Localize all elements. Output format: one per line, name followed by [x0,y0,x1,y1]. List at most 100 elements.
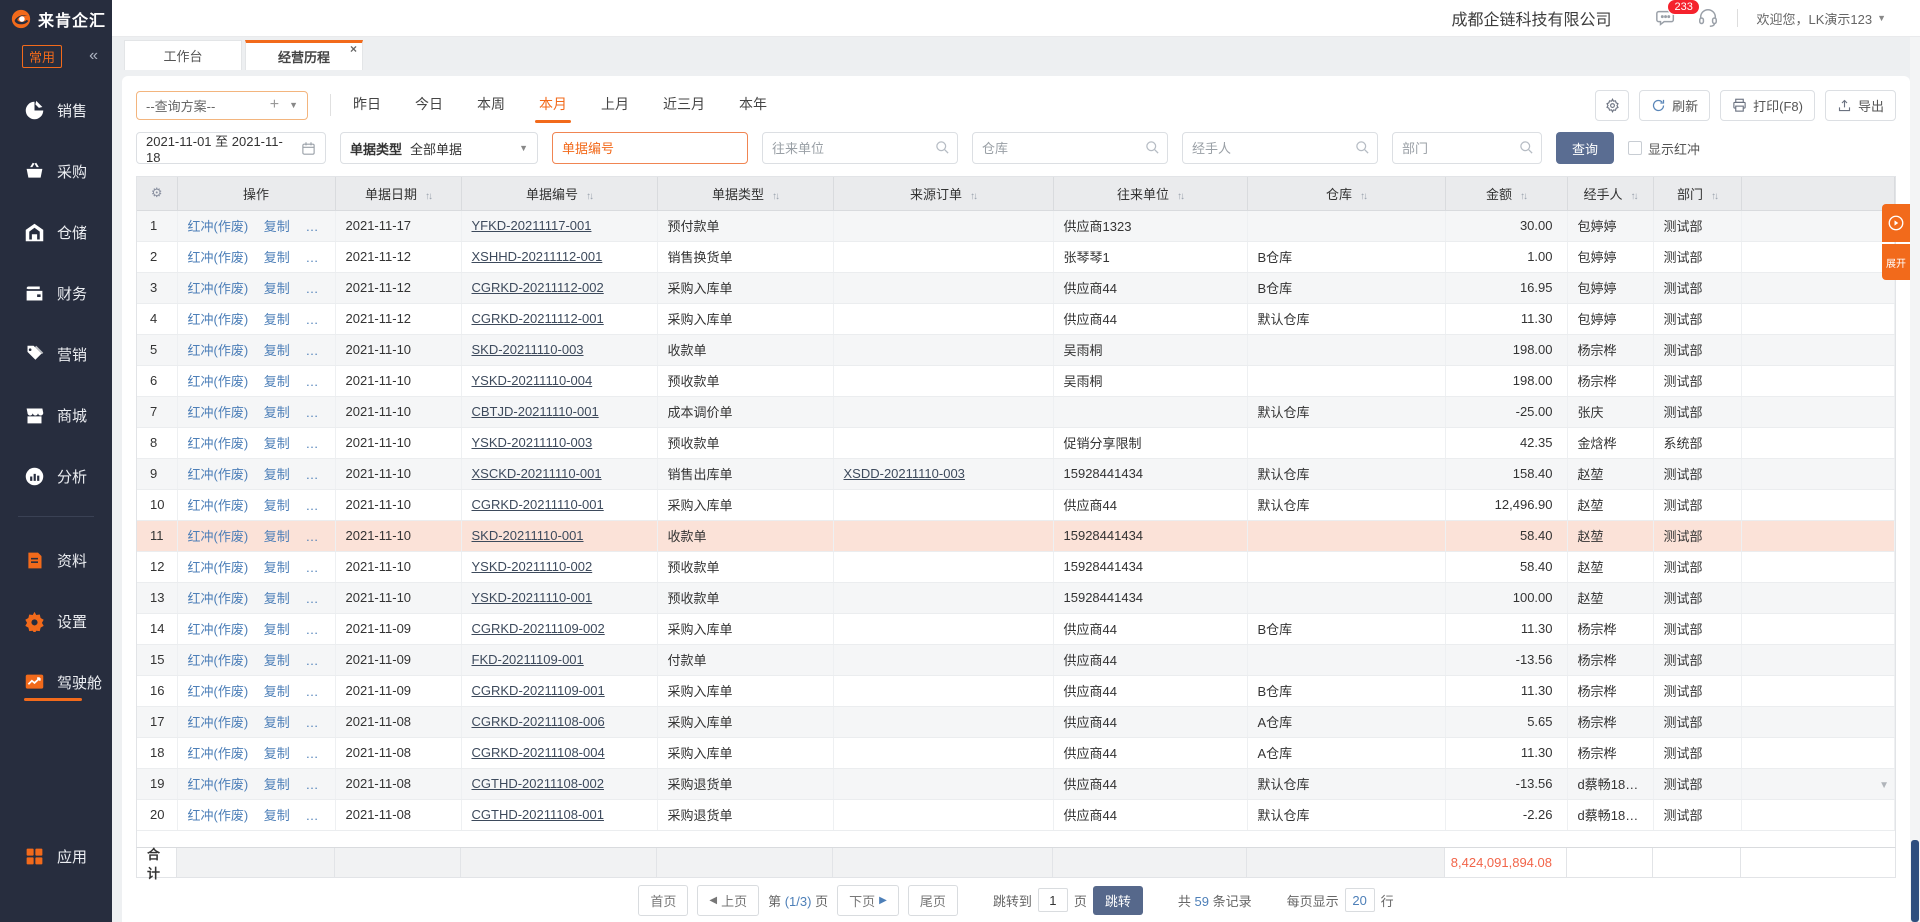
doc-no-link[interactable]: CGTHD-20211108-002 [472,776,604,791]
doc-no-link[interactable]: CGRKD-20211109-001 [472,683,605,698]
reverse-void-link[interactable]: 红冲(作废) [188,529,249,544]
copy-link[interactable]: 复制 [264,405,290,420]
reverse-void-link[interactable]: 红冲(作废) [188,219,249,234]
copy-link[interactable]: 复制 [264,529,290,544]
doc-no-link[interactable]: SKD-20211110-001 [472,528,584,543]
checkbox-icon[interactable] [1628,141,1642,155]
remark-link[interactable]: 备注 [305,560,331,575]
reverse-void-link[interactable]: 红冲(作废) [188,374,249,389]
sidebar-item-data[interactable]: 资料 [0,539,112,581]
sidebar-item-cockpit[interactable]: 驾驶舱 [0,661,112,703]
reverse-void-link[interactable]: 红冲(作废) [188,777,249,792]
copy-link[interactable]: 复制 [264,312,290,327]
copy-link[interactable]: 复制 [264,684,290,699]
doc-no-link[interactable]: CGRKD-20211112-002 [472,280,604,295]
remark-link[interactable]: 备注 [305,343,331,358]
doc-no-link[interactable]: CGRKD-20211109-002 [472,621,605,636]
remark-link[interactable]: 备注 [305,622,331,637]
reverse-void-link[interactable]: 红冲(作废) [188,467,249,482]
reverse-void-link[interactable]: 红冲(作废) [188,405,249,420]
first-page-button[interactable]: 首页 [638,885,688,916]
copy-link[interactable]: 复制 [264,560,290,575]
sort-icon[interactable]: ↑↓ [1360,191,1366,202]
pinned-tab-common[interactable]: 常用 [22,45,62,68]
copy-link[interactable]: 复制 [264,808,290,823]
sort-icon[interactable]: ↑↓ [970,191,976,202]
sort-icon[interactable]: ↑↓ [1711,191,1717,202]
partner-input[interactable] [762,132,958,164]
doc-no-link[interactable]: YFKD-20211117-001 [472,218,592,233]
col-doc-no[interactable]: 单据编号↑↓ [461,177,657,210]
date-range-picker[interactable]: 2021-11-01 至 2021-11-18 [136,132,326,164]
copy-link[interactable]: 复制 [264,250,290,265]
prev-page-button[interactable]: ◀上页 [697,885,759,916]
doc-no-link[interactable]: CBTJD-20211110-001 [472,404,599,419]
remark-link[interactable]: 备注 [305,250,331,265]
remark-link[interactable]: 备注 [305,467,331,482]
col-warehouse[interactable]: 仓库↑↓ [1247,177,1445,210]
reverse-void-link[interactable]: 红冲(作废) [188,653,249,668]
shortcut-this-year[interactable]: 本年 [739,94,767,117]
sidebar-collapse-icon[interactable]: « [89,47,98,65]
column-settings-button[interactable] [1595,90,1629,121]
reverse-void-link[interactable]: 红冲(作废) [188,436,249,451]
remark-link[interactable]: 备注 [305,529,331,544]
remark-link[interactable]: 备注 [305,684,331,699]
add-plan-icon[interactable]: + [270,96,279,114]
sort-icon[interactable]: ↑↓ [1177,191,1183,202]
reverse-void-link[interactable]: 红冲(作废) [188,746,249,761]
sidebar-item-analysis[interactable]: 分析 [0,455,112,497]
page-scrollbar[interactable] [1910,37,1920,922]
reverse-void-link[interactable]: 红冲(作废) [188,684,249,699]
copy-link[interactable]: 复制 [264,219,290,234]
copy-link[interactable]: 复制 [264,777,290,792]
sidebar-item-warehouse[interactable]: 仓储 [0,211,112,253]
sort-icon[interactable]: ↑↓ [425,191,431,202]
export-button[interactable]: 导出 [1825,90,1896,121]
tab-business-history[interactable]: 经营历程 × [245,40,363,70]
col-amount[interactable]: 金额↑↓ [1445,177,1567,210]
reverse-void-link[interactable]: 红冲(作废) [188,808,249,823]
sort-icon[interactable]: ↑↓ [1520,191,1526,202]
source-order-link[interactable]: XSDD-20211110-003 [844,466,965,481]
sidebar-item-purchase[interactable]: 采购 [0,150,112,192]
copy-link[interactable]: 复制 [264,653,290,668]
col-partner[interactable]: 往来单位↑↓ [1053,177,1247,210]
shortcut-last-month[interactable]: 上月 [601,94,629,117]
shortcut-this-week[interactable]: 本周 [477,94,505,117]
table-settings-gear-icon[interactable]: ⚙ [137,177,177,210]
doc-no-link[interactable]: YSKD-20211110-004 [472,373,593,388]
doc-no-link[interactable]: XSCKD-20211110-001 [472,466,602,481]
search-button[interactable]: 查询 [1556,132,1614,164]
remark-link[interactable]: 备注 [305,653,331,668]
doc-no-link[interactable]: CGRKD-20211108-004 [472,745,605,760]
doc-no-link[interactable]: YSKD-20211110-003 [472,435,593,450]
col-handler[interactable]: 经手人↑↓ [1567,177,1653,210]
jump-button[interactable]: 跳转 [1093,886,1143,915]
shortcut-today[interactable]: 今日 [415,94,443,117]
doc-no-link[interactable]: SKD-20211110-003 [472,342,584,357]
copy-link[interactable]: 复制 [264,622,290,637]
copy-link[interactable]: 复制 [264,591,290,606]
per-page-input[interactable] [1345,888,1375,912]
remark-link[interactable]: 备注 [305,808,331,823]
doc-no-link[interactable]: CGTHD-20211108-001 [472,807,604,822]
remark-link[interactable]: 备注 [305,312,331,327]
reverse-void-link[interactable]: 红冲(作废) [188,560,249,575]
doc-no-link[interactable]: XSHHD-20211112-001 [472,249,603,264]
remark-link[interactable]: 备注 [305,715,331,730]
remark-link[interactable]: 备注 [305,405,331,420]
table-scroll-down-icon[interactable]: ▼ [1879,780,1889,791]
reverse-void-link[interactable]: 红冲(作废) [188,343,249,358]
doc-no-link[interactable]: YSKD-20211110-001 [472,590,593,605]
sort-icon[interactable]: ↑↓ [586,191,592,202]
reverse-void-link[interactable]: 红冲(作废) [188,591,249,606]
query-plan-select[interactable]: --查询方案-- + ▼ [136,91,308,120]
copy-link[interactable]: 复制 [264,498,290,513]
warehouse-input[interactable] [972,132,1168,164]
doc-no-link[interactable]: CGRKD-20211108-006 [472,714,605,729]
guide-play-button[interactable] [1882,204,1910,242]
remark-link[interactable]: 备注 [305,281,331,296]
refresh-button[interactable]: 刷新 [1639,90,1710,121]
scrollbar-thumb[interactable] [1911,840,1919,922]
